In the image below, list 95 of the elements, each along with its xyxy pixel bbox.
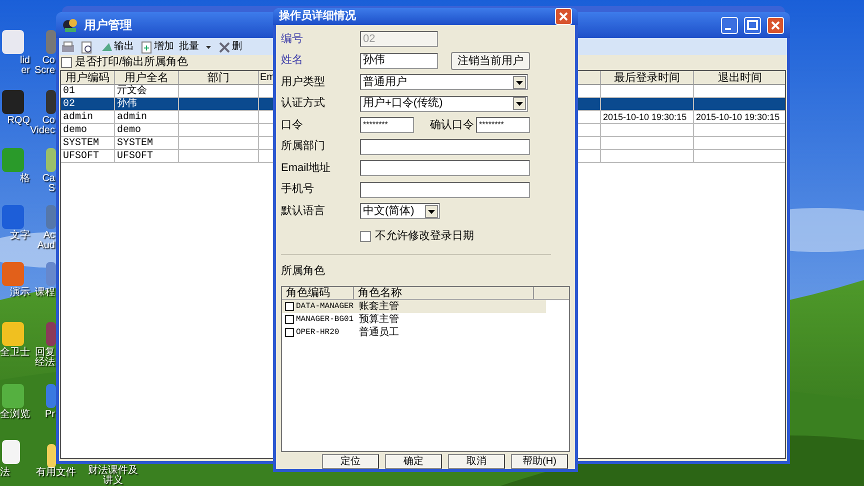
icon-label: Pr [45, 410, 55, 420]
add-icon [139, 40, 152, 54]
menu-button[interactable]: 批量 [178, 40, 213, 54]
people-icon [62, 17, 78, 33]
toolbar-button[interactable]: 删 [216, 40, 243, 54]
dialog-button[interactable]: 确定 [385, 454, 442, 469]
maximize-button[interactable] [744, 16, 761, 34]
icon-label: 全卫士 [0, 348, 30, 358]
dialog-button[interactable]: 取消 [448, 454, 505, 469]
field-label: 认证方式 [281, 96, 326, 112]
field-label: 确认口令 [430, 118, 475, 133]
input-field[interactable] [360, 182, 530, 198]
checkbox[interactable] [360, 230, 371, 242]
column-header[interactable]: 退出时间 [694, 71, 785, 84]
table-cell: 亓文会 [115, 85, 179, 97]
window-title: 用户管理 [84, 17, 132, 34]
field-label: 手机号 [281, 182, 315, 198]
checkbox[interactable] [61, 57, 72, 68]
column-header[interactable]: 角色名称 [354, 287, 534, 299]
dropdown[interactable]: 普通用户 [360, 74, 528, 90]
column-header[interactable]: 用户全名 [115, 71, 179, 84]
table-cell: 01 [61, 85, 115, 97]
dialog-button[interactable]: 定位 [322, 454, 379, 469]
dropdown[interactable]: 用户+口令(传统) [360, 96, 528, 112]
field-label: Email地址 [281, 160, 332, 176]
checkbox-label: 是否打印/输出所属角色 [75, 55, 188, 70]
checkbox[interactable] [285, 315, 294, 324]
close-icon [217, 40, 230, 54]
table-cell: UFSOFT [115, 150, 179, 162]
close-button[interactable] [767, 16, 784, 34]
checkbox[interactable] [285, 328, 294, 337]
caret-icon [205, 44, 212, 50]
app-icon[interactable] [2, 90, 24, 114]
table-cell-text: 预算主管 [359, 312, 399, 326]
table-cell-text: OPER-HR20 [296, 326, 340, 338]
field-label: 口令 [281, 118, 304, 133]
icon-label: lid er [18, 56, 30, 76]
icon-label: Co Scre [34, 56, 55, 76]
field-label: 默认语言 [281, 204, 326, 219]
app-icon[interactable] [2, 30, 24, 54]
table-cell: demo [61, 124, 115, 136]
column-header[interactable]: 用户编码 [61, 71, 115, 84]
table-cell: admin [61, 111, 115, 123]
column-header[interactable]: 部门 [179, 71, 259, 84]
app-icon[interactable] [47, 444, 56, 468]
checkbox-label: 不允许修改登录日期 [375, 229, 474, 244]
icon-label: 格 [19, 174, 30, 184]
icon-label: 全浏览 [0, 410, 30, 420]
icon-label: Ac Aud [37, 231, 55, 251]
table-cell: 2015-10-10 19:30:15 [694, 111, 785, 123]
field-label: 所属部门 [281, 138, 326, 154]
icon-label: 法 [0, 468, 11, 478]
table-cell: demo [115, 124, 179, 136]
input-field[interactable] [360, 138, 530, 154]
dropdown[interactable]: 中文(简体) [360, 203, 440, 219]
field-label: 用户类型 [281, 74, 326, 90]
minimize-button[interactable] [721, 16, 738, 34]
icon-label: 财法课件及 讲义 [88, 466, 138, 486]
input-field[interactable]: ******** [476, 117, 530, 133]
table-cell: 02 [61, 98, 115, 110]
logout-user-button[interactable]: 注销当前用户 [451, 52, 530, 70]
table-cell-text: 账套主管 [359, 300, 399, 314]
dialog-button[interactable]: 帮助(H) [511, 454, 568, 469]
app-icon[interactable] [46, 90, 56, 114]
input-field[interactable]: 孙伟 [360, 52, 438, 68]
table-cell: 孙伟 [115, 98, 179, 110]
table-cell: admin [115, 111, 179, 123]
icon-label: Co Videc [30, 116, 55, 136]
icon-label: RQQ [6, 116, 30, 126]
column-header[interactable]: 最后登录时间 [601, 71, 694, 84]
field-label: 编号 [281, 32, 304, 47]
section-label: 所属角色 [281, 264, 326, 278]
app-icon[interactable] [2, 440, 20, 464]
toolbar-button[interactable]: 增加 [138, 40, 175, 54]
icon-label: 回复 经法 [35, 348, 55, 368]
table-cell: 2015-10-10 19:30:15 [601, 111, 694, 123]
icon-label: Ca S [42, 174, 55, 194]
checkbox[interactable] [285, 302, 294, 311]
input-field[interactable] [360, 160, 530, 176]
table-cell: SYSTEM [115, 137, 179, 149]
input-field[interactable]: ******** [360, 117, 414, 133]
dialog-title: 操作员详细情况 [279, 8, 357, 24]
column-header[interactable]: 角色编码 [282, 287, 354, 299]
toolbar-button[interactable]: 输出 [98, 40, 135, 54]
table-cell-text: MANAGER-BG01 [296, 314, 355, 326]
table-cell-text: 普通员工 [359, 326, 399, 340]
icon-label: 有用文件 [35, 468, 77, 478]
field-label: 姓名 [281, 53, 304, 68]
table-cell: SYSTEM [61, 137, 115, 149]
table-cell: UFSOFT [61, 150, 115, 162]
table-cell-text: DATA-MANAGER [296, 300, 355, 312]
print-icon[interactable] [60, 40, 76, 54]
app-icon[interactable] [2, 322, 24, 346]
list-row[interactable]: DATA-MANAGER 账套主管 [282, 300, 546, 313]
close-button[interactable] [555, 8, 572, 25]
